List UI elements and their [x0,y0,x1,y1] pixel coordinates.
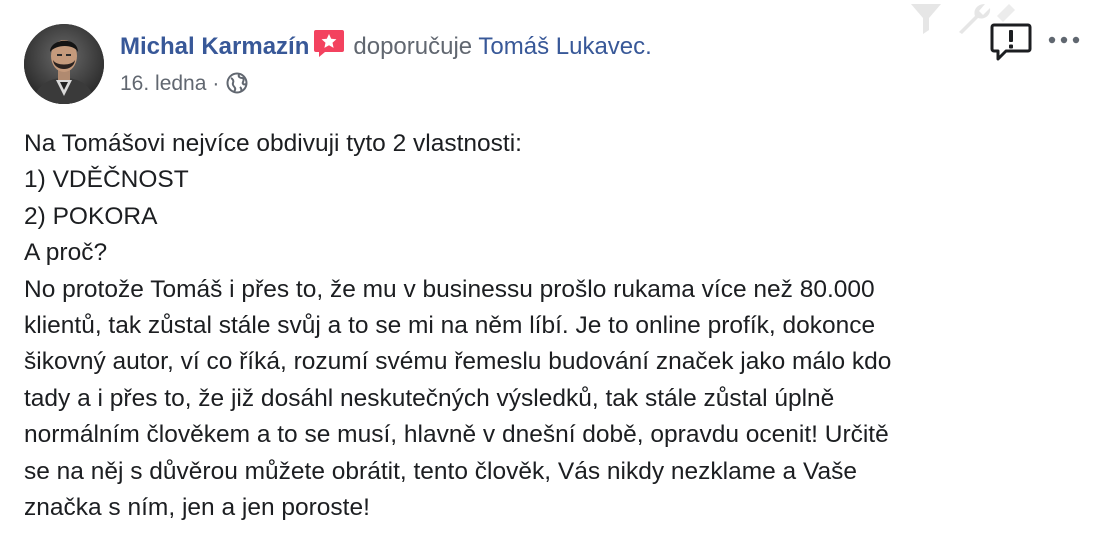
post-text-line: A proč? [24,239,108,267]
post-text-line: No protože Tomáš i přes to, že mu v busi… [24,275,875,303]
post-text-line: klientů, tak zůstal stále svůj a to se m… [24,312,876,340]
post-text-line: normálním člověkem a to se musí, hlavně … [24,421,889,449]
filter-icon [911,4,941,34]
more-options-button[interactable] [1042,30,1086,50]
author-name[interactable]: Michal Karmazín [120,33,309,60]
meta-separator: · [212,72,220,95]
more-options-icon [1048,36,1080,44]
recommendation-post: Michal Karmazín doporučuje Tomáš Lukavec… [0,0,1104,556]
post-meta: 16. ledna · [120,70,249,98]
post-date[interactable]: 16. ledna [120,72,206,95]
recommends-label: doporučuje [353,33,473,60]
post-body: Na Tomášovi nejvíce obdivuji tyto 2 vlas… [24,126,1084,526]
avatar[interactable] [24,24,104,104]
recommended-page-link[interactable]: Tomáš Lukavec. [478,33,651,60]
post-text-line: tady a i přes to, že již dosáhl neskuteč… [24,384,835,412]
post-text-line: 1) VDĚČNOST [24,166,189,194]
post-header: Michal Karmazín doporučuje Tomáš Lukavec… [120,28,652,64]
post-text-line: se na něj s důvěrou můžete obrátit, tent… [24,457,857,485]
report-button[interactable] [990,22,1032,62]
globe-icon[interactable] [225,71,249,95]
post-text-line: šikovný autor, ví co říká, rozumí svému … [24,348,892,376]
recommendation-star-icon [313,28,345,58]
post-text-line: značka s ním, jen a jen poroste! [24,494,370,522]
avatar-photo [24,24,104,104]
post-text-line: Na Tomášovi nejvíce obdivuji tyto 2 vlas… [24,130,522,157]
post-text-line: 2) POKORA [24,202,158,230]
report-icon [990,23,1032,61]
